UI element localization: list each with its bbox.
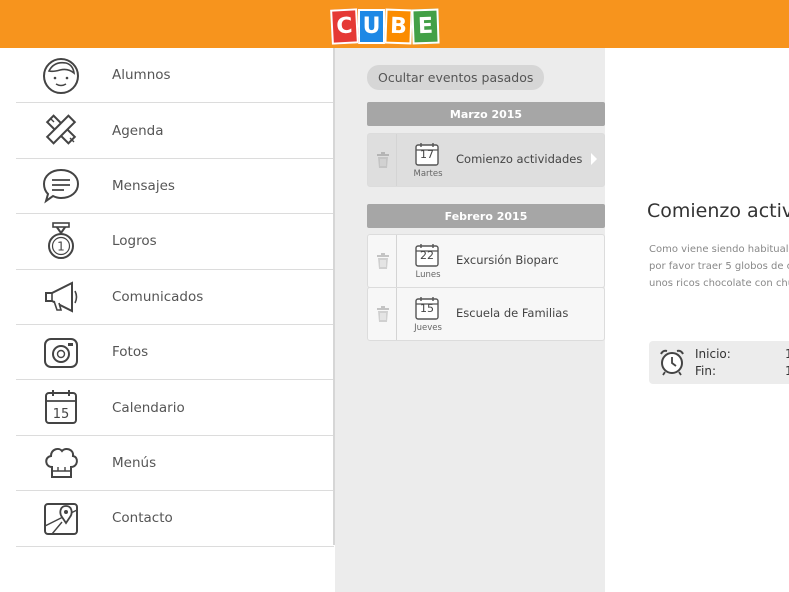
end-label: Fin:	[695, 364, 717, 378]
sidebar-item-label: Fotos	[112, 344, 149, 361]
logo-letter-u: U	[358, 9, 385, 44]
event-title: Comienzo actividades	[456, 152, 583, 166]
chat-bubble-icon	[40, 164, 82, 208]
chevron-right-icon	[591, 153, 597, 165]
start-value: 1	[785, 347, 789, 361]
calendar-icon: 15	[40, 385, 82, 429]
sidebar-item-comunicados[interactable]: Comunicados	[16, 270, 334, 325]
event-detail-description-line: por favor traer 5 globos de c	[649, 261, 789, 272]
event-detail-description-line: Como viene siendo habitual	[649, 244, 789, 255]
trash-icon[interactable]	[376, 152, 390, 169]
event-date-icon: 15	[415, 296, 439, 320]
sidebar-menu: Alumnos Agenda Mensajes 1 Logros Comunic…	[0, 48, 335, 547]
sidebar-item-calendario[interactable]: 15 Calendario	[16, 380, 334, 436]
camera-icon	[40, 330, 82, 374]
sidebar-item-alumnos[interactable]: Alumnos	[16, 48, 334, 104]
event-date-icon: 22	[415, 243, 439, 267]
event-detail-panel: Comienzo activ Como viene siendo habitua…	[605, 48, 789, 592]
sidebar-item-label: Alumnos	[112, 67, 171, 84]
cube-logo[interactable]: C U B E	[330, 8, 440, 45]
sidebar-item-label: Contacto	[112, 510, 173, 527]
event-day-number: 17	[420, 148, 434, 161]
event-row[interactable]: 15 Jueves Escuela de Familias	[367, 287, 605, 341]
sidebar-item-label: Calendario	[112, 399, 185, 416]
event-time-box: Inicio: 1 Fin: 1	[649, 341, 789, 384]
sidebar-item-fotos[interactable]: Fotos	[16, 325, 334, 381]
sidebar-item-label: Mensajes	[112, 177, 175, 194]
sidebar-item-logros[interactable]: 1 Logros	[16, 214, 334, 270]
hide-past-events-button[interactable]: Ocultar eventos pasados	[367, 65, 545, 90]
event-day-number: 22	[420, 249, 434, 262]
event-title: Excursión Bioparc	[456, 253, 559, 267]
alarm-clock-icon	[660, 349, 684, 376]
event-detail-title: Comienzo activ	[647, 200, 789, 222]
map-pin-icon	[40, 496, 82, 540]
event-detail-description-line: unos ricos chocolate con chu	[649, 278, 789, 289]
sidebar-item-label: Logros	[112, 233, 157, 250]
event-weekday: Martes	[413, 169, 443, 179]
logo-letter-e: E	[411, 8, 440, 45]
logo-letter-c: C	[330, 8, 359, 45]
event-weekday: Lunes	[415, 270, 441, 280]
event-row[interactable]: 22 Lunes Excursión Bioparc	[367, 234, 605, 288]
pencil-ruler-icon	[40, 108, 82, 152]
event-title: Escuela de Familias	[456, 306, 569, 320]
sidebar-item-menus[interactable]: Menús	[16, 436, 334, 492]
sidebar-item-label: Menús	[112, 454, 157, 471]
event-row[interactable]: 17 Martes Comienzo actividades	[367, 133, 605, 187]
megaphone-icon	[40, 275, 82, 319]
chef-hat-icon	[40, 441, 82, 485]
student-face-icon	[40, 53, 82, 97]
month-header: Marzo 2015	[367, 102, 605, 126]
logo-letter-b: B	[384, 8, 413, 45]
events-panel: Ocultar eventos pasados Marzo 2015 17 Ma…	[335, 48, 605, 592]
month-header: Febrero 2015	[367, 204, 605, 228]
event-date-icon: 17	[415, 142, 439, 166]
app-header: C U B E	[0, 0, 789, 48]
start-label: Inicio:	[695, 347, 731, 361]
sidebar-item-contacto[interactable]: Contacto	[16, 491, 334, 547]
medal-icon: 1	[40, 219, 82, 263]
sidebar-item-label: Agenda	[112, 122, 164, 139]
trash-icon[interactable]	[376, 306, 390, 323]
end-value: 1	[785, 364, 789, 378]
row-divider	[396, 235, 397, 287]
calendar-icon-number: 15	[53, 407, 70, 422]
trash-icon[interactable]	[376, 253, 390, 270]
event-weekday: Jueves	[414, 323, 442, 333]
row-divider	[396, 134, 397, 186]
row-divider	[396, 288, 397, 340]
sidebar-item-agenda[interactable]: Agenda	[16, 103, 334, 159]
event-day-number: 15	[420, 302, 434, 315]
sidebar-item-label: Comunicados	[112, 288, 204, 305]
medal-number: 1	[57, 240, 65, 254]
sidebar-item-mensajes[interactable]: Mensajes	[16, 159, 334, 215]
